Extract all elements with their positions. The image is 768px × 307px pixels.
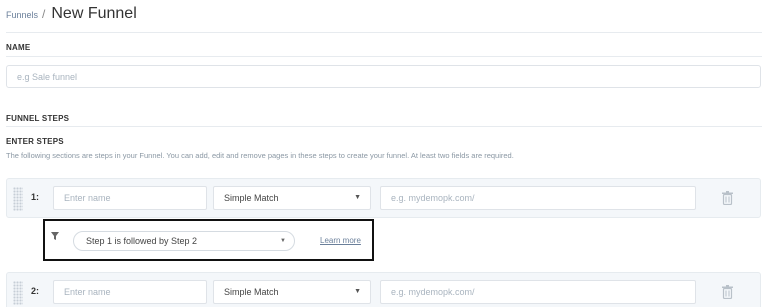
breadcrumb-separator: /	[42, 7, 46, 21]
step-connector: Step 1 is followed by Step 2 ▼ Learn mor…	[43, 219, 374, 261]
step-name-input[interactable]	[53, 186, 207, 210]
trash-icon[interactable]	[722, 285, 733, 299]
connector-select-value: Step 1 is followed by Step 2	[86, 236, 198, 246]
match-type-select[interactable]: Simple Match ▼	[213, 186, 371, 210]
caret-down-icon: ▼	[280, 238, 286, 244]
divider	[6, 32, 762, 33]
funnel-name-input[interactable]	[6, 65, 761, 88]
trash-icon[interactable]	[722, 191, 733, 205]
step-number: 2:	[31, 286, 40, 296]
funnel-step-row: 2: Simple Match ▼	[6, 272, 761, 307]
learn-more-link[interactable]: Learn more	[320, 236, 361, 245]
drag-handle-icon[interactable]	[13, 281, 23, 305]
step-name-input[interactable]	[53, 280, 207, 304]
drag-handle-icon[interactable]	[13, 187, 23, 211]
divider	[6, 126, 762, 127]
match-type-value: Simple Match	[224, 193, 279, 203]
funnel-icon	[51, 232, 59, 240]
caret-down-icon: ▼	[354, 194, 361, 201]
funnel-step-row: 1: Simple Match ▼	[6, 178, 761, 218]
breadcrumb-funnels-link[interactable]: Funnels	[6, 10, 38, 20]
step-number: 1:	[31, 192, 40, 202]
match-type-select[interactable]: Simple Match ▼	[213, 280, 371, 304]
breadcrumb: Funnels / New Funnel	[6, 5, 137, 23]
name-label: NAME	[6, 43, 31, 52]
connector-select[interactable]: Step 1 is followed by Step 2 ▼	[73, 231, 295, 251]
match-type-value: Simple Match	[224, 287, 279, 297]
step-url-input[interactable]	[380, 280, 696, 304]
divider	[6, 56, 762, 57]
funnel-steps-label: FUNNEL STEPS	[6, 114, 70, 123]
enter-steps-label: ENTER STEPS	[6, 137, 64, 146]
caret-down-icon: ▼	[354, 288, 361, 295]
steps-help-text: The following sections are steps in your…	[6, 151, 514, 160]
step-url-input[interactable]	[380, 186, 696, 210]
page-title: New Funnel	[51, 5, 137, 22]
